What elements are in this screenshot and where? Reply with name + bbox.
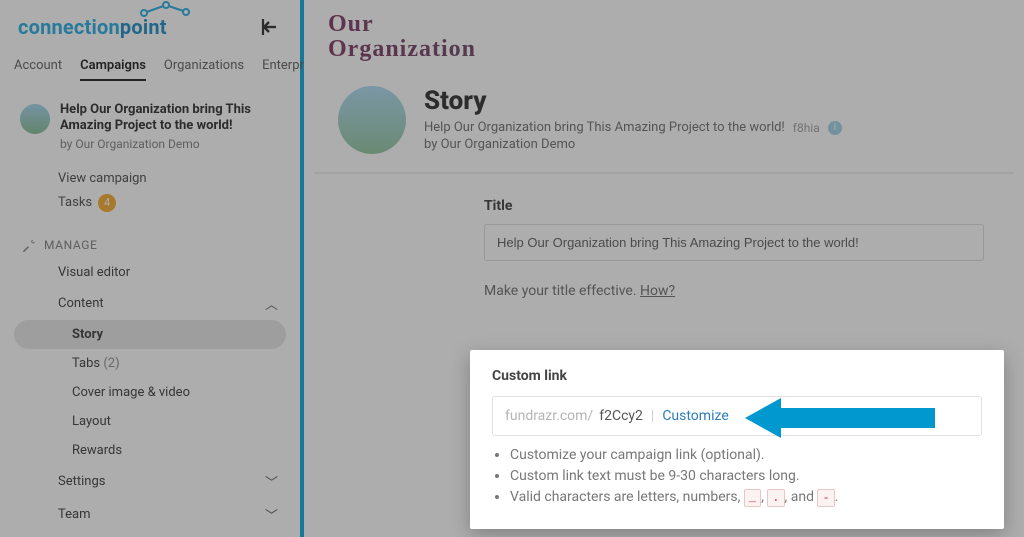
- custom-link-help: Customize your campaign link (optional).…: [492, 446, 982, 507]
- view-campaign-link[interactable]: View campaign: [58, 167, 286, 190]
- tasks-link[interactable]: Tasks 4: [58, 190, 286, 216]
- nav-sub-campaigns[interactable]: Sub-campaigns (off) ﹀: [0, 531, 300, 537]
- chevron-down-icon: ﹀: [265, 472, 278, 491]
- story-form: Title Make your title effective. How?: [304, 174, 1024, 323]
- custom-link-help-item: Customize your campaign link (optional).: [510, 446, 982, 465]
- nav-content-rewards[interactable]: Rewards: [0, 436, 300, 465]
- tab-campaigns[interactable]: Campaigns: [80, 58, 146, 81]
- char-chip-underscore: _: [744, 489, 761, 507]
- custom-link-divider: |: [651, 408, 654, 424]
- chevron-down-icon: ﹀: [265, 505, 278, 524]
- title-label: Title: [484, 198, 984, 214]
- title-input[interactable]: [484, 224, 984, 261]
- title-hint: Make your title effective. How?: [484, 283, 984, 299]
- campaign-org: by Our Organization Demo: [60, 137, 286, 151]
- wrench-icon: [22, 238, 36, 252]
- page-title: Story: [424, 86, 842, 116]
- title-hint-how-link[interactable]: How?: [640, 283, 675, 299]
- current-campaign: Help Our Organization bring This Amazing…: [0, 86, 300, 157]
- page-header: Story Help Our Organization bring This A…: [314, 62, 1014, 174]
- page-subtitle: Help Our Organization bring This Amazing…: [424, 120, 785, 135]
- nav-content[interactable]: Content ︿: [0, 287, 300, 320]
- nav-content-story[interactable]: Story: [14, 320, 286, 349]
- collapse-icon: [259, 17, 279, 37]
- nav-visual-editor[interactable]: Visual editor: [0, 258, 300, 287]
- info-icon[interactable]: i: [828, 121, 842, 135]
- nav-team[interactable]: Team ﹀: [0, 498, 300, 531]
- sidebar-collapse-button[interactable]: [256, 14, 282, 40]
- callout-arrow-icon: [745, 395, 935, 441]
- page-avatar: [338, 86, 406, 154]
- primary-tabs: Account Campaigns Organizations Enterpri…: [0, 50, 300, 86]
- campaign-title: Help Our Organization bring This Amazing…: [60, 102, 286, 135]
- nav-content-cover[interactable]: Cover image & video: [0, 378, 300, 407]
- tab-account[interactable]: Account: [14, 58, 62, 81]
- org-wordmark: Our Organization: [304, 0, 1024, 62]
- sidebar: connectionpoint Account Campaign: [0, 0, 304, 537]
- custom-link-slug: f2Ccy2: [599, 408, 643, 424]
- custom-link-help-item: Custom link text must be 9-30 characters…: [510, 467, 982, 486]
- brand-part1: connection: [18, 15, 120, 39]
- manage-section-label: MANAGE: [0, 220, 300, 258]
- nav-settings[interactable]: Settings ﹀: [0, 465, 300, 498]
- tab-organizations[interactable]: Organizations: [164, 58, 244, 81]
- custom-link-customize-link[interactable]: Customize: [662, 408, 728, 424]
- char-chip-dot: .: [767, 489, 784, 507]
- nav-content-layout[interactable]: Layout: [0, 407, 300, 436]
- chevron-up-icon: ︿: [265, 294, 278, 313]
- campaign-id: f8hia: [793, 121, 820, 135]
- tasks-count-badge: 4: [98, 194, 116, 212]
- logo-nodes-icon: [138, 1, 192, 19]
- custom-link-prefix: fundrazr.com/: [505, 408, 593, 424]
- brand-logo[interactable]: connectionpoint: [18, 15, 167, 39]
- custom-link-help-item: Valid characters are letters, numbers, _…: [510, 488, 982, 507]
- custom-link-label: Custom link: [492, 368, 982, 384]
- char-chip-dash: -: [817, 489, 834, 507]
- campaign-avatar: [20, 104, 50, 134]
- nav-content-tabs[interactable]: Tabs (2): [0, 349, 300, 378]
- page-byline: by Our Organization Demo: [424, 137, 842, 152]
- manage-nav: Visual editor Content ︿ Story Tabs (2) C…: [0, 258, 300, 537]
